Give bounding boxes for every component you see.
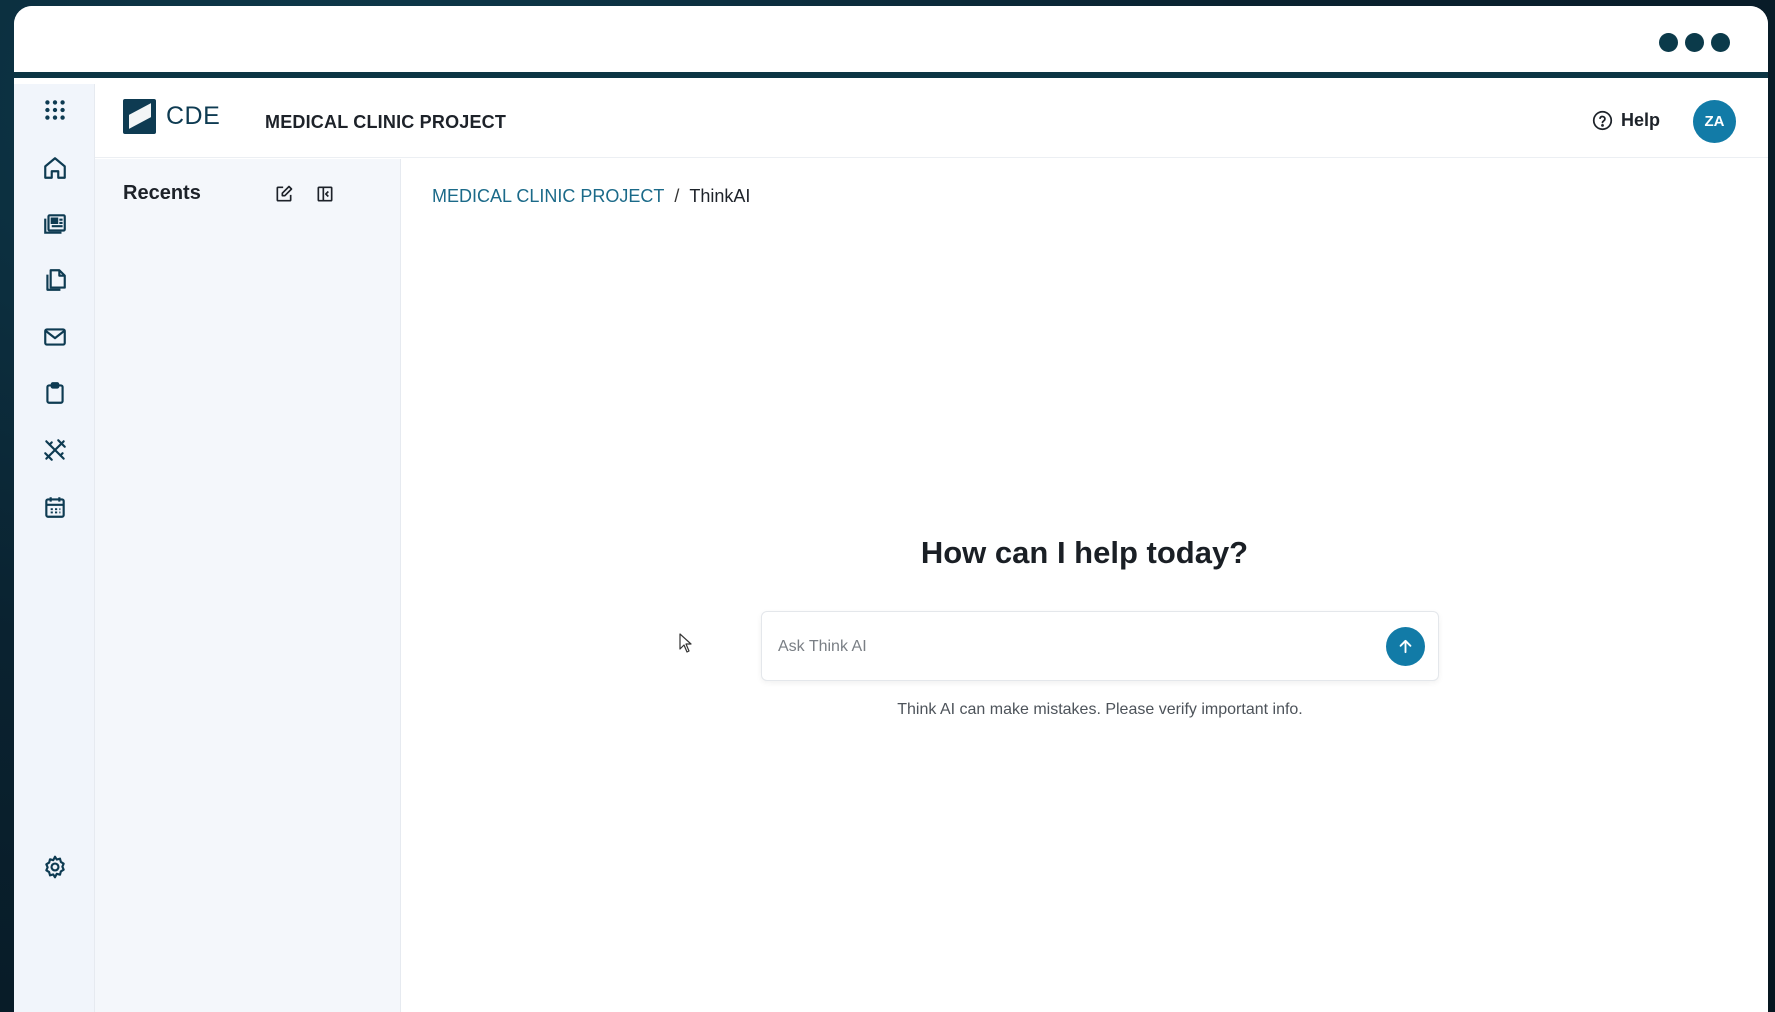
breadcrumb-separator: / — [674, 186, 680, 206]
new-chat-button[interactable] — [273, 183, 295, 205]
news-icon — [43, 214, 66, 234]
project-title: MEDICAL CLINIC PROJECT — [265, 112, 507, 132]
send-button[interactable] — [1386, 627, 1425, 666]
help-button[interactable]: Help — [1592, 110, 1660, 131]
window-menu-dots[interactable] — [1659, 33, 1730, 52]
collapse-panel-button[interactable] — [314, 183, 336, 205]
ask-box — [761, 611, 1439, 681]
ask-input[interactable] — [778, 632, 1358, 662]
help-label: Help — [1620, 110, 1660, 130]
breadcrumb-current: ThinkAI — [689, 186, 751, 206]
apps-grid-icon — [44, 100, 65, 120]
documents-icon — [45, 269, 66, 291]
rail-item-settings[interactable] — [14, 845, 95, 889]
chat-heading: How can I help today? — [920, 535, 1249, 570]
app-logo[interactable]: CDE — [123, 99, 220, 134]
breadcrumb: MEDICAL CLINIC PROJECT / ThinkAI — [432, 186, 750, 207]
help-circle-icon — [1592, 110, 1613, 131]
mouse-cursor-icon — [679, 633, 692, 653]
rail-item-tools[interactable] — [14, 428, 95, 472]
rail-item-mail[interactable] — [14, 315, 95, 359]
rail-item-news[interactable] — [14, 202, 95, 246]
icon-rail — [14, 84, 95, 1012]
app-name: CDE — [166, 102, 221, 130]
apps-grid-button[interactable] — [14, 88, 95, 132]
main-content: MEDICAL CLINIC PROJECT / ThinkAI How can… — [401, 159, 1768, 1012]
dot-icon — [1659, 33, 1678, 52]
rail-item-documents[interactable] — [14, 258, 95, 302]
mail-icon — [43, 328, 66, 346]
dot-icon — [1685, 33, 1704, 52]
rail-item-calendar[interactable] — [14, 485, 95, 529]
recents-title: Recents — [123, 182, 201, 204]
calendar-icon — [44, 497, 65, 518]
top-bar: CDE MEDICAL CLINIC PROJECT Help ZA — [95, 84, 1768, 158]
rail-item-home[interactable] — [14, 146, 95, 190]
recents-panel: Recents — [95, 159, 401, 1012]
ai-disclaimer: Think AI can make mistakes. Please verif… — [897, 701, 1303, 718]
window-chrome — [14, 6, 1768, 78]
rail-item-tasks[interactable] — [14, 371, 95, 415]
user-avatar[interactable]: ZA — [1693, 100, 1736, 143]
app-window: CDE MEDICAL CLINIC PROJECT Help ZA Recen… — [14, 6, 1768, 1012]
clipboard-icon — [45, 382, 64, 404]
sidebar-collapse-icon — [317, 186, 333, 202]
breadcrumb-project-link[interactable]: MEDICAL CLINIC PROJECT — [432, 186, 664, 207]
dot-icon — [1711, 33, 1730, 52]
logo-mark-icon — [123, 99, 156, 134]
settings-icon — [44, 855, 65, 879]
arrow-up-icon — [1399, 639, 1412, 654]
home-icon — [43, 157, 66, 179]
tools-icon — [43, 439, 66, 461]
edit-square-icon — [276, 185, 293, 202]
